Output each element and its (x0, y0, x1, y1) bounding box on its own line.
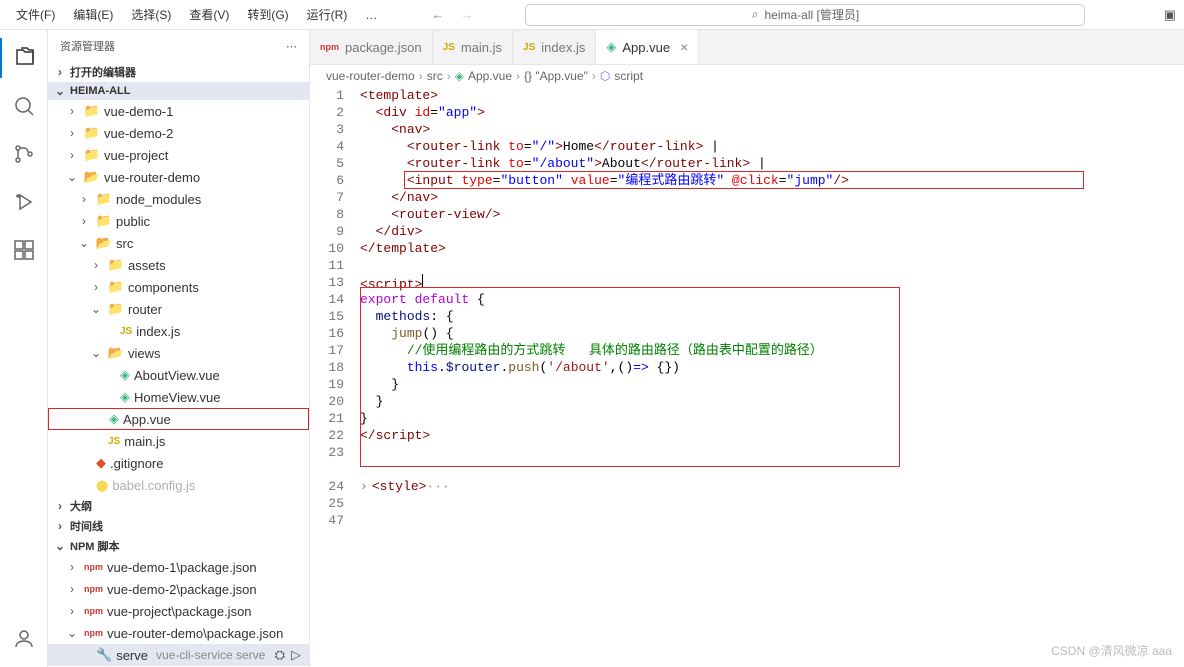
chevron-right-icon: › (52, 65, 68, 79)
code-editor[interactable]: 1234567891011131415161718192021222324254… (310, 87, 1184, 667)
watermark: CSDN @清风微凉 aaa (1051, 642, 1172, 659)
search-activity-icon[interactable] (0, 86, 48, 126)
breadcrumb-item[interactable]: vue-router-demo (326, 69, 415, 83)
breadcrumb-item[interactable]: src (427, 69, 443, 83)
menubar: 文件(F) 编辑(E) 选择(S) 查看(V) 转到(G) 运行(R) … ← … (0, 0, 1184, 30)
close-icon[interactable]: × (680, 39, 688, 55)
search-icon: ⌕ (752, 7, 759, 22)
outline-label: 大纲 (70, 498, 92, 514)
tree-item-main-js[interactable]: JSmain.js (48, 430, 309, 452)
menu-goto[interactable]: 转到(G) (239, 2, 296, 27)
outline-section[interactable]: › 大纲 (48, 496, 309, 516)
menu-select[interactable]: 选择(S) (123, 2, 179, 27)
tree-item-node-modules[interactable]: ›📁node_modules (48, 188, 309, 210)
run-script-icon[interactable]: ▷ (291, 647, 301, 663)
tree-item-app-vue[interactable]: ◈App.vue (48, 408, 309, 430)
tree-item-router[interactable]: ⌄📁router (48, 298, 309, 320)
root-label: HEIMA-ALL (70, 85, 131, 97)
tree-item-vue-project[interactable]: ›📁vue-project (48, 144, 309, 166)
open-editors-section[interactable]: › 打开的编辑器 (48, 62, 309, 82)
npm-scripts-section[interactable]: ⌄ NPM 脚本 (48, 536, 309, 556)
tree-item-components[interactable]: ›📁components (48, 276, 309, 298)
breadcrumb-sep-icon: › (592, 69, 596, 83)
npm-package[interactable]: ⌄npmvue-router-demo\package.json (48, 622, 309, 644)
vue-icon: ◈ (455, 69, 464, 83)
tree-item-vue-demo-1[interactable]: ›📁vue-demo-1 (48, 100, 309, 122)
tree-item-vue-router-demo[interactable]: ⌄📂vue-router-demo (48, 166, 309, 188)
command-center[interactable]: ⌕ heima-all [管理员] (525, 4, 1085, 26)
script-icon: ⬡ (600, 69, 610, 83)
workspace-root[interactable]: ⌄ HEIMA-ALL (48, 82, 309, 100)
tab-package-json[interactable]: npmpackage.json (310, 30, 433, 64)
chevron-down-icon: ⌄ (52, 84, 68, 98)
explorer-icon[interactable] (0, 38, 48, 78)
tree-item-babel-config-js[interactable]: ⬤babel.config.js (48, 474, 309, 496)
debug-script-icon[interactable]: ⛭ (275, 647, 285, 663)
account-icon[interactable] (0, 619, 48, 659)
tab-app-vue[interactable]: ◈App.vue× (596, 30, 699, 64)
source-control-icon[interactable] (0, 134, 48, 174)
timeline-section[interactable]: › 时间线 (48, 516, 309, 536)
menu-more[interactable]: … (357, 4, 385, 26)
tree-item-public[interactable]: ›📁public (48, 210, 309, 232)
npm-package[interactable]: ›npmvue-demo-2\package.json (48, 578, 309, 600)
editor-area: npmpackage.jsonJSmain.jsJSindex.js◈App.v… (310, 30, 1184, 667)
nav-forward-icon[interactable]: → (460, 7, 473, 22)
sidebar-title: 资源管理器 (60, 38, 115, 54)
breadcrumb[interactable]: vue-router-demo › src › ◈ App.vue › {} "… (310, 65, 1184, 87)
npm-package[interactable]: ›npmvue-demo-1\package.json (48, 556, 309, 578)
tree-item--gitignore[interactable]: ◆.gitignore (48, 452, 309, 474)
sidebar-more-icon[interactable]: ⋯ (286, 40, 297, 53)
tree-item-index-js[interactable]: JSindex.js (48, 320, 309, 342)
code-content[interactable]: <template> <div id="app"> <nav> <router-… (360, 87, 1184, 667)
menu-view[interactable]: 查看(V) (181, 2, 237, 27)
breadcrumb-item[interactable]: App.vue (468, 69, 512, 83)
tab-main-js[interactable]: JSmain.js (433, 30, 513, 64)
tree-item-assets[interactable]: ›📁assets (48, 254, 309, 276)
npm-label: NPM 脚本 (70, 538, 120, 554)
timeline-label: 时间线 (70, 518, 103, 534)
nav-back-icon[interactable]: ← (431, 7, 444, 22)
tab-index-js[interactable]: JSindex.js (513, 30, 596, 64)
chevron-down-icon: ⌄ (52, 539, 68, 553)
breadcrumb-item[interactable]: script (614, 69, 643, 83)
tree-item-aboutview-vue[interactable]: ◈AboutView.vue (48, 364, 309, 386)
file-tree: ›📁vue-demo-1›📁vue-demo-2›📁vue-project⌄📂v… (48, 100, 309, 496)
gutter: 1234567891011131415161718192021222324254… (310, 87, 360, 667)
extensions-icon[interactable] (0, 230, 48, 270)
debug-icon[interactable] (0, 182, 48, 222)
tree-item-views[interactable]: ⌄📂views (48, 342, 309, 364)
npm-script-serve[interactable]: 🔧servevue-cli-service serve⛭▷ (48, 644, 309, 666)
tree-item-homeview-vue[interactable]: ◈HomeView.vue (48, 386, 309, 408)
activity-bar (0, 30, 48, 667)
tree-item-src[interactable]: ⌄📂src (48, 232, 309, 254)
open-editors-label: 打开的编辑器 (70, 64, 136, 80)
menu-file[interactable]: 文件(F) (8, 2, 63, 27)
breadcrumb-sep-icon: › (447, 69, 451, 83)
chevron-right-icon: › (52, 499, 68, 513)
breadcrumb-item[interactable]: {} "App.vue" (524, 69, 588, 83)
chevron-right-icon: › (52, 519, 68, 533)
breadcrumb-sep-icon: › (419, 69, 423, 83)
tree-item-vue-demo-2[interactable]: ›📁vue-demo-2 (48, 122, 309, 144)
layout-icon[interactable]: ▣ (1164, 7, 1176, 23)
tabs: npmpackage.jsonJSmain.jsJSindex.js◈App.v… (310, 30, 1184, 65)
sidebar: 资源管理器 ⋯ › 打开的编辑器 ⌄ HEIMA-ALL ›📁vue-demo-… (48, 30, 310, 667)
menu-run[interactable]: 运行(R) (299, 2, 356, 27)
npm-package[interactable]: ›npmvue-project\package.json (48, 600, 309, 622)
breadcrumb-sep-icon: › (516, 69, 520, 83)
search-placeholder: heima-all [管理员] (764, 6, 859, 23)
npm-tree: ›npmvue-demo-1\package.json›npmvue-demo-… (48, 556, 309, 667)
menu-edit[interactable]: 编辑(E) (65, 2, 121, 27)
